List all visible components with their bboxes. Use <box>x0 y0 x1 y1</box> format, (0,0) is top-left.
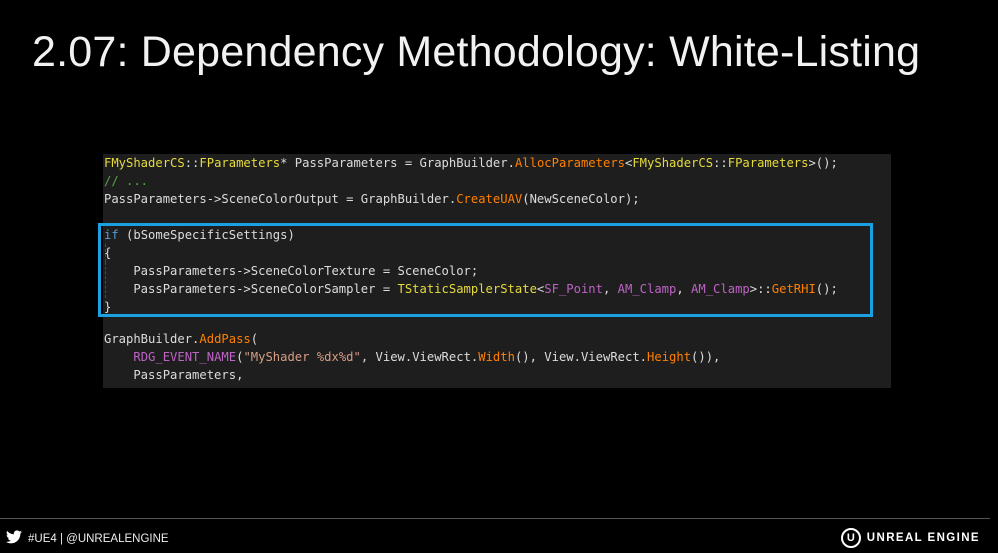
twitter-bird-icon <box>6 530 22 547</box>
code-token: FParameters <box>199 156 281 170</box>
code-line: PassParameters, <box>104 366 243 384</box>
footer-social: #UE4 | @UNREALENGINE <box>6 530 169 547</box>
code-line: FMyShaderCS::FParameters* PassParameters… <box>104 154 838 172</box>
code-token: "MyShader %dx%d" <box>243 350 361 364</box>
code-token: (NewSceneColor); <box>522 192 640 206</box>
code-token: :: <box>713 156 728 170</box>
code-token: ( <box>250 332 259 346</box>
highlight-box <box>98 223 873 317</box>
code-line: PassParameters->SceneColorOutput = Graph… <box>104 190 640 208</box>
code-token: Height <box>647 350 692 364</box>
code-token: RDG_EVENT_NAME <box>133 350 237 364</box>
code-token: AllocParameters <box>514 156 625 170</box>
code-token: ()), <box>691 350 721 364</box>
code-token: Width <box>478 350 515 364</box>
code-token: PassParameters->SceneColorOutput = Graph… <box>104 192 457 206</box>
code-token: FMyShaderCS <box>104 156 185 170</box>
code-token: , View.ViewRect. <box>360 350 479 364</box>
code-token: AddPass <box>199 332 251 346</box>
footer-brand: U UNREAL ENGINE <box>840 528 980 548</box>
slide-title: 2.07: Dependency Methodology: White-List… <box>32 28 921 76</box>
code-line: GraphBuilder.AddPass( <box>104 330 258 348</box>
code-token: (), View.ViewRect. <box>514 350 648 364</box>
code-line: // ... <box>104 172 148 190</box>
code-token: CreateUAV <box>456 192 523 206</box>
code-token: * PassParameters = GraphBuilder. <box>280 156 515 170</box>
code-token: FMyShaderCS <box>632 156 714 170</box>
footer-divider <box>0 518 990 519</box>
brand-name: UNREAL ENGINE <box>866 532 980 544</box>
hashtag-text: #UE4 | @UNREALENGINE <box>28 532 169 545</box>
code-token: // ... <box>104 174 149 188</box>
code-token: :: <box>184 156 200 170</box>
code-token: GraphBuilder. <box>104 332 200 346</box>
code-line: RDG_EVENT_NAME("MyShader %dx%d", View.Vi… <box>104 348 720 366</box>
code-token: PassParameters, <box>104 368 244 382</box>
code-token: FParameters <box>727 156 809 170</box>
code-token: >(); <box>808 156 838 170</box>
unreal-engine-logo: U <box>840 528 861 548</box>
